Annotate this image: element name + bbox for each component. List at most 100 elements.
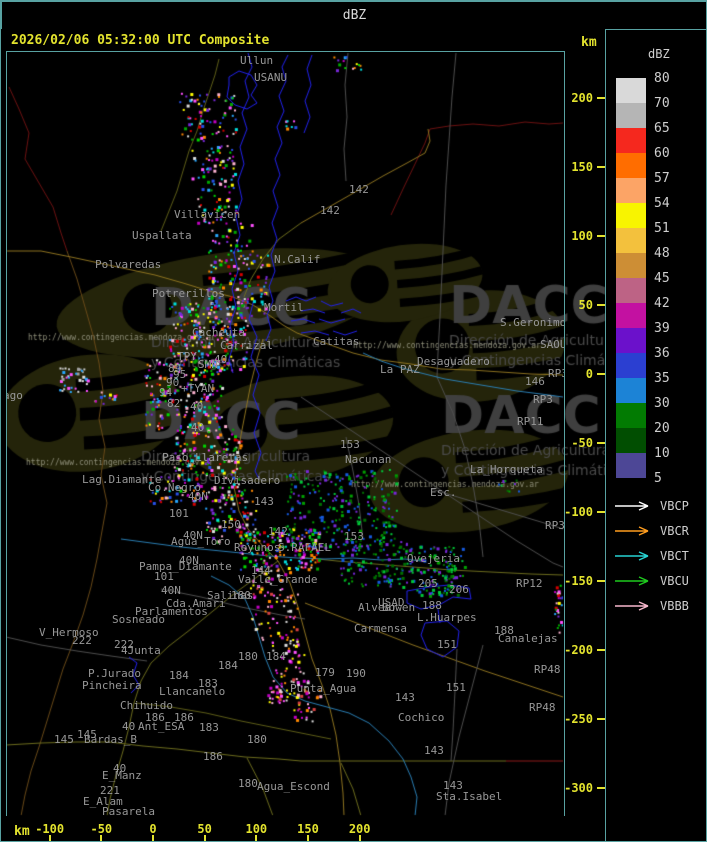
axis-tick-label: 100 xyxy=(245,822,268,836)
map-label: 101 xyxy=(154,570,174,583)
map-label: RP3 xyxy=(533,393,553,406)
radar-code-label: VBCP xyxy=(660,499,689,513)
map-label: 143 xyxy=(395,691,415,704)
map-label: Bardas_B xyxy=(84,733,137,746)
map-label: +TYAN xyxy=(181,382,215,395)
axis-tick xyxy=(48,835,51,841)
radar-code-label: VBBB xyxy=(660,599,689,613)
scale-value-label: 10 xyxy=(654,446,670,461)
axis-tick xyxy=(152,835,154,841)
map-label: TPY xyxy=(177,350,197,363)
map-label: Nacunan xyxy=(345,453,392,466)
map-label: Divisadero xyxy=(214,474,281,487)
scale-value-label: 54 xyxy=(654,196,670,211)
map-label: 180 xyxy=(238,650,258,663)
map-label: RP48 xyxy=(529,701,556,714)
map-label: 183 xyxy=(199,721,219,734)
axis-tick-label: -300 xyxy=(564,781,593,795)
map-label: 40N xyxy=(161,584,181,597)
map-label: 184 xyxy=(218,659,238,672)
map-label: Ullun xyxy=(240,54,274,67)
map-label: Agua_Toro xyxy=(171,535,231,548)
scale-band xyxy=(616,128,646,153)
axis-tick-label: 100 xyxy=(571,229,593,243)
scale-value-label: 60 xyxy=(654,146,670,161)
map-label: 151 xyxy=(437,638,457,651)
map-label: 151 xyxy=(446,681,466,694)
axis-tick-label: -150 xyxy=(564,574,593,588)
map-label: RP11 xyxy=(517,415,544,428)
map-label: Paso_Llaretas xyxy=(162,451,249,464)
axis-tick-label: -50 xyxy=(571,436,593,450)
map-label: 206 xyxy=(449,583,469,596)
axis-tick xyxy=(597,304,605,306)
axis-tick xyxy=(203,835,206,841)
scale-band xyxy=(616,353,646,378)
scale-value-label: 80 xyxy=(654,71,670,86)
map-label: 179 xyxy=(315,666,335,679)
map-label: Mortil xyxy=(264,301,304,314)
map-label: Pincheira xyxy=(82,679,142,692)
axis-tick-label: 200 xyxy=(348,822,371,836)
map-label: 180 xyxy=(231,589,251,602)
map-label: Canalejas xyxy=(498,632,558,645)
scale-band xyxy=(616,253,646,278)
map-label: Esc. xyxy=(430,486,457,499)
axis-tick-label: 200 xyxy=(571,91,593,105)
scale-value-label: 57 xyxy=(654,171,670,186)
axis-tick-label: 0 xyxy=(585,367,593,381)
scale-value-label: 42 xyxy=(654,296,670,311)
axis-tick-label: -200 xyxy=(564,643,593,657)
map-label: Ant_ESA xyxy=(138,720,185,733)
map-label: Potrerillos xyxy=(152,287,225,300)
color-scale-title: dBZ xyxy=(648,47,670,61)
map-label: Valle_Grande xyxy=(238,573,318,586)
scale-band xyxy=(616,303,646,328)
radar-arrow-icon xyxy=(615,526,649,536)
axis-tick xyxy=(597,580,605,582)
map-label: E_Manz xyxy=(102,769,142,782)
map-label: 190 xyxy=(346,667,366,680)
legend-panel: dBZ 80 70 65 60 57 54 51 48 45 42 39 36 35 30 20 10 5 VB… xyxy=(606,29,706,841)
axis-tick xyxy=(597,511,605,513)
scale-value-label: 5 xyxy=(654,471,662,486)
map-label: Uspallata xyxy=(132,229,192,242)
map-label: Agua_Escond xyxy=(257,780,330,793)
map-label: USANU xyxy=(254,71,288,84)
map-label: 153 xyxy=(340,438,360,451)
map-label: Chihuido xyxy=(120,699,173,712)
map-label: RP3 xyxy=(548,367,564,380)
map-label: Carrizal xyxy=(220,339,273,352)
axis-tick xyxy=(597,718,605,720)
map-label: 184 xyxy=(266,650,286,663)
map-label: 143 xyxy=(254,495,274,508)
map-label: 40 xyxy=(190,400,204,413)
map-label: 180 xyxy=(238,777,258,790)
timestamp-label: 2026/02/06 05:32:00 UTC Composite xyxy=(11,33,270,48)
map-label: N.Calif xyxy=(274,253,321,266)
map-label: Catitas xyxy=(313,335,360,348)
legend-row: VBCT xyxy=(614,549,706,563)
radar-arrow-icon xyxy=(615,501,649,511)
axis-tick xyxy=(358,835,361,841)
axis-tick xyxy=(597,649,605,651)
map-label: La PAZ xyxy=(380,363,420,376)
map-label: 101 xyxy=(169,507,189,520)
map-label: 4Junta xyxy=(121,644,161,657)
map-label: ago xyxy=(7,389,23,402)
map-label: Cochico xyxy=(398,711,445,724)
legend-row: VBCU xyxy=(614,574,706,588)
scale-value-label: 45 xyxy=(654,271,670,286)
map-label: Sosneado xyxy=(112,613,165,626)
scale-band xyxy=(616,278,646,303)
scale-value-label: 30 xyxy=(654,396,670,411)
map-label: Carmensa xyxy=(354,622,407,635)
map-label: 222 xyxy=(72,634,92,647)
horizontal-axis: km -100 -50 0 50 100 150 200 xyxy=(1,816,605,841)
header-row: 2026/02/06 05:32:00 UTC Composite km xyxy=(1,29,605,51)
map-label: RP3 xyxy=(545,519,565,532)
map-label: 153 xyxy=(344,530,364,543)
scale-band xyxy=(616,178,646,203)
axis-tick-label: 50 xyxy=(578,298,593,312)
legend-row: VBCP xyxy=(614,499,706,513)
